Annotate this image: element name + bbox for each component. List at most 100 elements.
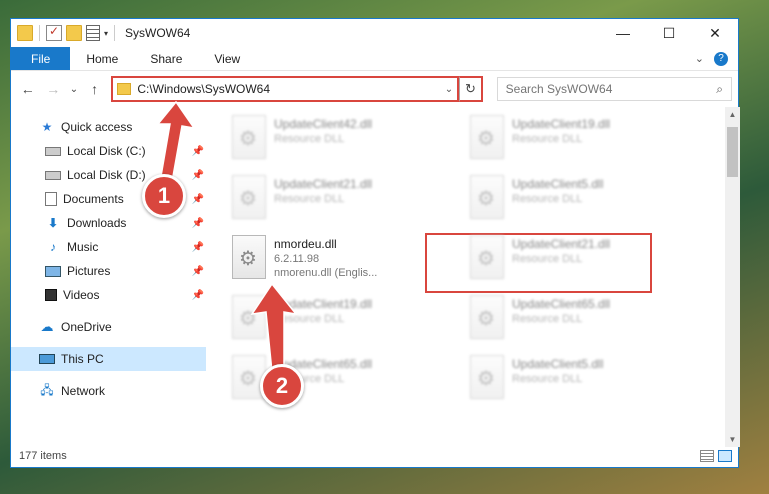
address-bar[interactable]: C:\Windows\SysWOW64 ⌄: [111, 76, 460, 102]
scroll-up-icon[interactable]: ▲: [725, 107, 740, 122]
pin-icon: 📌: [191, 241, 204, 253]
file-explorer-window: ▾ SysWOW64 — ☐ ✕ File Home Share View ⌄ …: [10, 18, 740, 468]
file-tile[interactable]: UpdateClient42.dll Resource DLL: [232, 115, 462, 167]
sidebar-item-label: Music: [67, 240, 99, 254]
folder-icon: [117, 83, 132, 95]
sidebar-item-music[interactable]: ♪ Music 📌: [11, 235, 206, 259]
sidebar-item-network[interactable]: 🖧 Network: [11, 379, 206, 403]
pin-icon: 📌: [191, 169, 204, 181]
tab-home[interactable]: Home: [70, 47, 134, 70]
videos-icon: [45, 289, 57, 301]
search-box[interactable]: ⌕: [496, 77, 732, 101]
address-dropdown-icon[interactable]: ⌄: [445, 84, 453, 95]
file-name: UpdateClient65.dll: [512, 297, 611, 311]
sidebar-item-local-disk-c[interactable]: Local Disk (C:) 📌: [11, 139, 206, 163]
sidebar-item-label: Documents: [63, 192, 124, 206]
tab-share[interactable]: Share: [134, 47, 198, 70]
pictures-icon: [45, 265, 61, 277]
file-type: Resource DLL: [274, 133, 345, 145]
sidebar-item-label: This PC: [61, 352, 104, 366]
file-name: UpdateClient19.dll: [274, 297, 373, 311]
view-toggle: [700, 450, 740, 462]
tiles-view-icon[interactable]: [718, 450, 732, 462]
downloads-icon: ⬇: [47, 216, 59, 230]
sidebar-item-videos[interactable]: Videos 📌: [11, 283, 206, 307]
dll-file-icon: [232, 175, 266, 219]
dll-file-icon: [470, 235, 504, 279]
vertical-scrollbar[interactable]: ▲ ▼: [725, 107, 740, 447]
up-button[interactable]: ↑: [84, 78, 106, 100]
maximize-button[interactable]: ☐: [646, 19, 692, 47]
star-icon: ★: [41, 120, 53, 134]
file-name: UpdateClient42.dll: [274, 117, 373, 131]
details-view-icon[interactable]: [700, 450, 714, 462]
cloud-icon: ☁: [40, 319, 54, 334]
new-folder-icon[interactable]: [66, 25, 82, 41]
file-tile[interactable]: UpdateClient21.dll Resource DLL: [232, 175, 462, 227]
dll-file-icon: [470, 175, 504, 219]
file-tile[interactable]: UpdateClient19.dll Resource DLL: [232, 295, 462, 347]
sidebar-item-label: Network: [61, 384, 106, 398]
file-name: UpdateClient5.dll: [512, 357, 604, 371]
close-button[interactable]: ✕: [692, 19, 738, 47]
properties-check-icon[interactable]: [46, 24, 62, 41]
callout-step-2: 2: [260, 364, 304, 408]
tab-file[interactable]: File: [11, 47, 71, 70]
sidebar-item-onedrive[interactable]: ☁ OneDrive: [11, 315, 206, 339]
properties-icon[interactable]: [86, 25, 100, 41]
network-icon: 🖧: [40, 382, 54, 397]
file-tile[interactable]: UpdateClient5.dll Resource DLL: [470, 355, 700, 407]
file-type: Resource DLL: [512, 133, 583, 145]
address-path[interactable]: C:\Windows\SysWOW64: [137, 82, 438, 96]
music-icon: ♪: [50, 240, 56, 254]
customize-toolbar-icon[interactable]: ▾: [104, 29, 108, 38]
sidebar-item-quick-access[interactable]: ★ Quick access: [11, 115, 206, 139]
sidebar-item-label: Local Disk (D:): [67, 168, 146, 182]
dll-file-icon: [470, 355, 504, 399]
sidebar-item-label: Quick access: [61, 120, 133, 134]
help-icon[interactable]: ?: [714, 51, 728, 66]
dll-file-icon: [232, 295, 266, 339]
pin-icon: 📌: [191, 265, 204, 277]
file-type: Resource DLL: [512, 193, 583, 205]
title-bar: ▾ SysWOW64 — ☐ ✕: [11, 19, 738, 47]
file-tile[interactable]: UpdateClient21.dll Resource DLL: [470, 235, 700, 287]
callout-step-1: 1: [142, 174, 186, 218]
address-row: ← → ⌄ ↑ C:\Windows\SysWOW64 ⌄ ↻ ⌕: [11, 71, 738, 107]
search-input[interactable]: [505, 82, 717, 96]
file-version: 6.2.11.98: [274, 253, 320, 265]
sidebar-item-label: OneDrive: [61, 320, 112, 334]
dll-file-icon: [470, 295, 504, 339]
tab-view[interactable]: View: [198, 47, 256, 70]
sidebar-item-pictures[interactable]: Pictures 📌: [11, 259, 206, 283]
file-tile[interactable]: UpdateClient65.dll Resource DLL: [470, 295, 700, 347]
file-tile[interactable]: UpdateClient5.dll Resource DLL: [470, 175, 700, 227]
refresh-button[interactable]: ↻: [459, 76, 483, 102]
file-tile[interactable]: UpdateClient19.dll Resource DLL: [470, 115, 700, 167]
disk-icon: [45, 146, 61, 156]
pin-icon: 📌: [191, 217, 204, 229]
folder-icon: [17, 25, 33, 41]
sidebar-item-label: Local Disk (C:): [67, 144, 146, 158]
back-button[interactable]: ←: [17, 78, 39, 100]
file-type: Resource DLL: [274, 313, 345, 325]
sidebar-item-this-pc[interactable]: This PC: [11, 347, 206, 371]
pin-icon: 📌: [191, 193, 204, 205]
dll-file-icon: [232, 235, 266, 279]
recent-locations-button[interactable]: ⌄: [68, 78, 80, 100]
dll-file-icon: [232, 115, 266, 159]
minimize-button[interactable]: —: [600, 19, 646, 47]
file-type: Resource DLL: [512, 253, 583, 265]
forward-button[interactable]: →: [43, 78, 65, 100]
disk-icon: [45, 170, 61, 180]
quick-access-toolbar: ▾: [11, 24, 117, 41]
ribbon-right-controls: ⌄ ?: [695, 47, 738, 70]
scroll-thumb[interactable]: [727, 127, 738, 177]
sidebar-item-downloads[interactable]: ⬇ Downloads 📌: [11, 211, 206, 235]
pin-icon: 📌: [191, 145, 204, 157]
window-controls: — ☐ ✕: [600, 19, 738, 47]
expand-ribbon-icon[interactable]: ⌄: [695, 52, 704, 65]
file-name: UpdateClient21.dll: [274, 177, 373, 191]
file-name: nmordeu.dll: [274, 237, 337, 251]
search-icon[interactable]: ⌕: [716, 82, 723, 97]
